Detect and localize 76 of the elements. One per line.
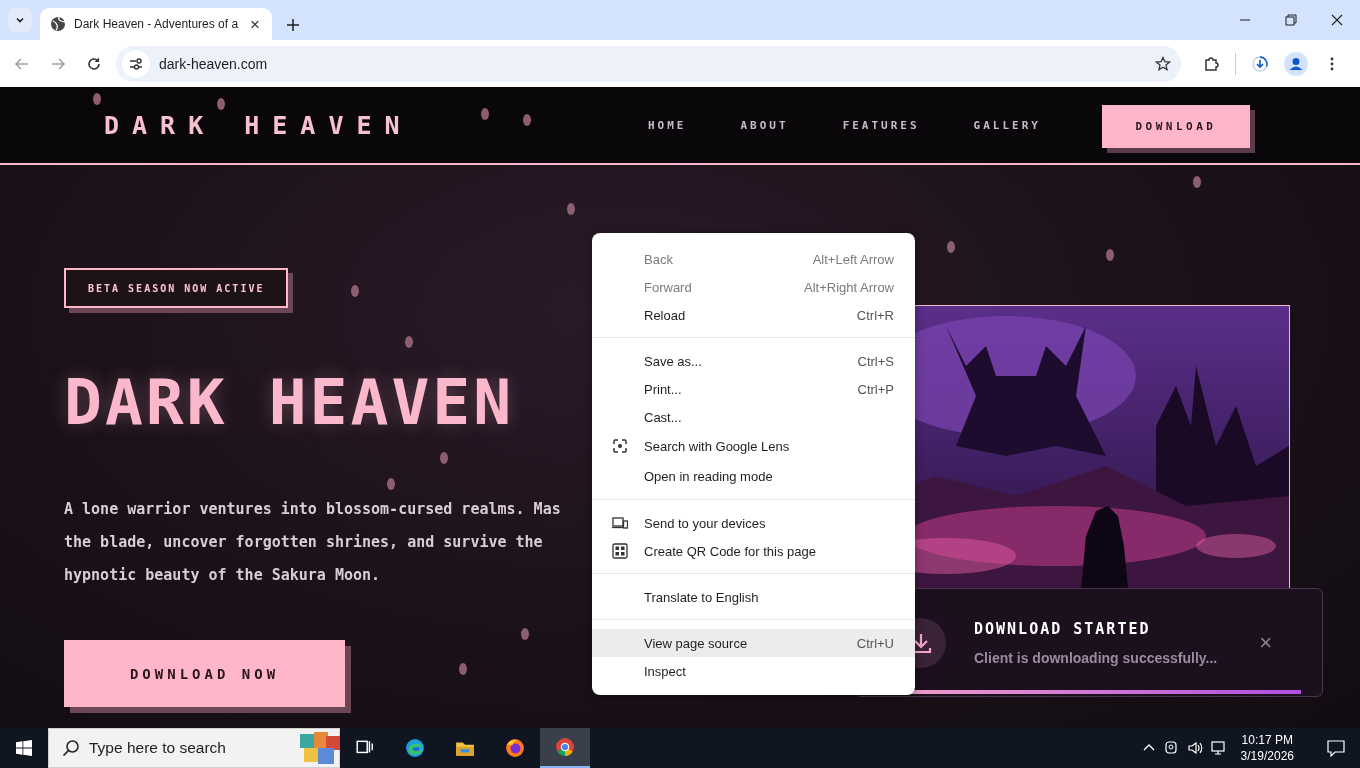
windows-start-icon[interactable] bbox=[16, 740, 32, 756]
qr-code-icon bbox=[612, 543, 628, 559]
puzzle-piece-icon[interactable] bbox=[1203, 55, 1219, 72]
petal-icon bbox=[350, 284, 360, 298]
plus-icon bbox=[286, 18, 300, 32]
notification-icon[interactable] bbox=[1327, 739, 1345, 757]
petal-icon bbox=[1192, 175, 1202, 189]
menu-item[interactable]: Save as... Ctrl+S bbox=[592, 347, 915, 375]
petal-icon bbox=[480, 107, 490, 121]
menu-item[interactable]: Inspect bbox=[592, 657, 915, 685]
petal-icon bbox=[386, 477, 396, 491]
site-settings-icon bbox=[128, 55, 144, 72]
shortcut-text: Alt+Right Arrow bbox=[804, 279, 894, 295]
site-logo[interactable]: DARK HEAVEN bbox=[104, 110, 648, 140]
speaker-icon[interactable] bbox=[1186, 740, 1203, 756]
profile-avatar-icon[interactable] bbox=[1284, 51, 1308, 76]
browser-tab[interactable]: Dark Heaven - Adventures of a × bbox=[40, 8, 272, 40]
globe-icon bbox=[50, 16, 66, 32]
new-tab-button[interactable] bbox=[284, 16, 302, 34]
shortcut-text: Ctrl+R bbox=[856, 307, 894, 323]
petal-icon bbox=[404, 335, 414, 349]
hero-title: DARK HEAVEN bbox=[64, 368, 515, 438]
tab-list-button[interactable] bbox=[8, 8, 32, 32]
menu-item[interactable]: View page source Ctrl+U bbox=[592, 629, 915, 657]
edge-browser-icon bbox=[405, 738, 425, 758]
menu-item[interactable]: Search with Google Lens bbox=[592, 431, 915, 461]
toast-close-button[interactable]: × bbox=[1257, 631, 1274, 654]
petal-icon bbox=[522, 113, 532, 127]
shortcut-text: Ctrl+S bbox=[857, 353, 894, 369]
nav-link[interactable]: HOME bbox=[648, 118, 687, 132]
toast-message: Client is downloading successfully... bbox=[974, 649, 1219, 666]
address-bar[interactable]: dark-heaven.com bbox=[116, 45, 1181, 82]
puzzle-pieces-icon bbox=[300, 732, 340, 764]
petal-icon bbox=[216, 97, 226, 111]
petal-icon bbox=[1105, 248, 1115, 262]
restore-icon[interactable] bbox=[1285, 14, 1297, 26]
nav-link[interactable]: FEATURES bbox=[842, 118, 920, 132]
menu-item[interactable]: Send to your devices bbox=[592, 509, 915, 537]
petal-icon bbox=[520, 627, 530, 641]
nav-link[interactable]: ABOUT bbox=[740, 118, 789, 132]
close-icon[interactable] bbox=[1331, 14, 1343, 26]
clock-date[interactable]: 3/19/2026 bbox=[1240, 748, 1294, 764]
devices-icon bbox=[612, 515, 628, 531]
lens-icon bbox=[612, 438, 628, 454]
nav-link[interactable]: GALLERY bbox=[973, 118, 1041, 132]
chevron-down-icon bbox=[15, 15, 25, 25]
petal-icon bbox=[458, 662, 468, 676]
hero-description: A lone warrior ventures into blossom-cursed realms. Mas the blade, uncover forgotten shrines, and survive the hypnotic beauty of the Sakura Moon. bbox=[64, 499, 561, 586]
search-field[interactable]: Type here to search bbox=[48, 728, 340, 768]
petal-icon bbox=[92, 92, 102, 106]
shortcut-text: Ctrl+P bbox=[857, 381, 894, 397]
firefox-browser-icon bbox=[505, 738, 525, 758]
menu-item[interactable]: Create QR Code for this page bbox=[592, 537, 915, 565]
petal-icon bbox=[439, 451, 449, 465]
shortcut-text: Ctrl+U bbox=[856, 635, 894, 651]
menu-item[interactable]: Translate to English bbox=[592, 583, 915, 611]
menu-item[interactable]: Reload Ctrl+R bbox=[592, 301, 915, 329]
back-arrow-icon[interactable] bbox=[14, 55, 30, 72]
download-progress-icon[interactable] bbox=[1252, 55, 1268, 72]
petal-icon bbox=[566, 202, 576, 216]
toast-title: DOWNLOAD STARTED bbox=[974, 619, 1152, 638]
camera-icon[interactable] bbox=[1162, 740, 1179, 756]
reload-icon[interactable] bbox=[86, 55, 102, 72]
menu-item[interactable]: Print... Ctrl+P bbox=[592, 375, 915, 403]
chrome-browser-icon bbox=[555, 737, 575, 757]
menu-item[interactable]: Cast... bbox=[592, 403, 915, 431]
tab-title: Dark Heaven - Adventures of a bbox=[74, 17, 240, 31]
shortcut-text: Alt+Left Arrow bbox=[812, 251, 894, 267]
tab-close-button[interactable]: × bbox=[248, 15, 262, 33]
menu-item[interactable]: Open in reading mode bbox=[592, 461, 915, 491]
star-icon[interactable] bbox=[1155, 55, 1171, 72]
petal-icon bbox=[946, 240, 956, 254]
clock-time[interactable]: 10:17 PM bbox=[1241, 732, 1293, 748]
url-text: dark-heaven.com bbox=[159, 55, 269, 72]
search-icon bbox=[62, 739, 80, 757]
forward-arrow-icon[interactable] bbox=[50, 55, 66, 72]
